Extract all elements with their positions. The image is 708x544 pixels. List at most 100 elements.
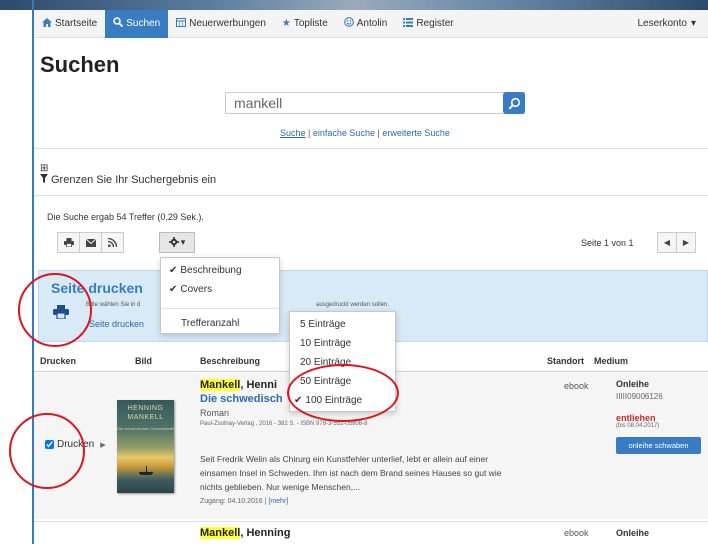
menu-item-trefferanzahl[interactable]: Trefferanzahl (181, 318, 239, 329)
search-mode-links: Suche | einfache Suche | erweiterte Such… (280, 128, 450, 138)
menu-item-5[interactable]: 5 Einträge (300, 319, 346, 330)
home-icon (42, 17, 52, 30)
toolbar-buttons (57, 232, 124, 253)
rss-icon (108, 238, 117, 247)
divider (34, 148, 708, 149)
hits-per-page-submenu: 5 Einträge 10 Einträge 20 Einträge 50 Ei… (289, 311, 396, 412)
link-erweiterte-suche[interactable]: erweiterte Suche (382, 128, 450, 138)
print-checkbox-label[interactable]: Drucken ▶ (45, 439, 106, 450)
record-blurb: Seit Fredrik Welin als Chirurg ein Kunst… (200, 454, 502, 492)
more-link[interactable]: [mehr] (268, 498, 288, 505)
book-cover[interactable]: HENNING MANKELL Die schwedischen Gummist… (117, 400, 174, 493)
next-page-button[interactable]: ▶ (676, 232, 696, 253)
author-highlight: Mankell (200, 379, 241, 391)
col-print: Drucken (40, 356, 77, 366)
rss-button[interactable] (101, 232, 124, 253)
search-icon (113, 17, 124, 30)
access-date: Zugang: 04.10.2016 | (200, 498, 267, 505)
record-medium: Onleihe IIIII09006126 entliehen (bis 08.… (616, 379, 706, 454)
divider (34, 195, 708, 196)
search-input[interactable] (226, 93, 496, 113)
chevron-left-icon: ◀ (663, 238, 671, 247)
print-icon (63, 238, 74, 247)
email-button[interactable] (79, 232, 102, 253)
menu-item-beschreibung[interactable]: ✔ Beschreibung (169, 265, 242, 276)
menu-item-100[interactable]: ✔ 100 Einträge (294, 395, 362, 406)
print-page-link[interactable]: Seite drucken (89, 319, 144, 329)
filter-block[interactable]: ⊞ Grenzen Sie Ihr Suchergebnis ein (40, 163, 216, 186)
print-panel-title: Seite drucken (51, 280, 143, 296)
nav-label: Antolin (356, 18, 388, 29)
print-button[interactable] (57, 232, 80, 253)
menu-item-label: 100 Einträge (305, 395, 363, 406)
filter-label[interactable]: Grenzen Sie Ihr Suchergebnis ein (51, 174, 216, 186)
author-rest: , Henning (240, 527, 291, 539)
nav-item-antolin[interactable]: Antolin (336, 10, 396, 38)
account-menu[interactable]: Leserkonto ▾ (637, 18, 708, 29)
col-description: Beschreibung (200, 356, 261, 366)
antolin-icon (343, 17, 354, 30)
print-hint-end: ausgedruckt werden sollen. (316, 302, 390, 308)
check-icon: ✔ (169, 265, 178, 276)
link-einfache-suche[interactable]: einfache Suche (313, 128, 375, 138)
menu-item-label: Covers (180, 284, 213, 295)
star-icon: ★ (281, 18, 291, 29)
separator: | (308, 128, 311, 138)
header-banner (0, 0, 708, 10)
caret-right-icon[interactable]: ▶ (100, 441, 105, 449)
list-icon (403, 17, 414, 30)
print-icon[interactable] (53, 305, 69, 322)
table-row: Mankell, Henning ebook Onleihe (34, 521, 708, 544)
record-author[interactable]: Mankell, Henning (200, 527, 290, 539)
print-checkbox-text: Drucken (57, 439, 95, 450)
search-button[interactable] (503, 92, 525, 114)
menu-item-10[interactable]: 10 Einträge (300, 338, 351, 349)
caret-down-icon: ▾ (180, 237, 186, 247)
nav-item-topliste[interactable]: ★ Topliste (274, 10, 336, 38)
menu-item-label: Beschreibung (180, 265, 242, 276)
nav-item-startseite[interactable]: Startseite (34, 10, 105, 38)
print-checkbox[interactable] (45, 440, 54, 449)
expand-toggle-icon[interactable]: ⊞ (40, 163, 216, 174)
search-box (225, 92, 525, 114)
onleihe-button[interactable]: onleihe schwaben (616, 437, 701, 454)
main-nav: Startseite Suchen Neuerwerbungen ★ Topli… (34, 9, 708, 38)
status-until: (bis 08.04.2017) (616, 423, 660, 429)
status-badge: entliehen (616, 413, 656, 423)
chevron-right-icon: ▶ (682, 238, 690, 247)
prev-page-button[interactable]: ◀ (657, 232, 677, 253)
col-medium: Medium (594, 356, 629, 366)
calendar-icon (176, 17, 187, 30)
record-location: ebook (564, 381, 589, 391)
medium-name: Onleihe (616, 379, 650, 389)
boat (139, 472, 153, 475)
author-highlight: Mankell (200, 527, 241, 539)
menu-item-50[interactable]: 50 Einträge (300, 376, 351, 387)
menu-divider (161, 308, 279, 309)
settings-button[interactable]: ▾ (159, 232, 195, 253)
nav-label: Suchen (126, 18, 161, 29)
link-suche[interactable]: Suche (280, 128, 306, 138)
menu-item-20[interactable]: 20 Einträge (300, 357, 351, 368)
author-rest: , Henni (240, 379, 278, 391)
col-image: Bild (135, 356, 152, 366)
nav-item-suchen[interactable]: Suchen (105, 9, 169, 38)
page-info: Seite 1 von 1 (581, 238, 634, 248)
caret-down-icon: ▾ (690, 18, 696, 29)
page-title: Suchen (40, 52, 120, 77)
nav-label: Startseite (55, 18, 98, 29)
cover-author: HENNING (127, 405, 164, 412)
account-label: Leserkonto (637, 18, 687, 29)
record-publisher: Paul-Zsolnay-Verlag , 2016 - 382 S. - IS… (200, 421, 368, 427)
check-icon: ✔ (294, 395, 303, 406)
medium-name: Onleihe (616, 528, 650, 538)
nav-item-register[interactable]: Register (395, 10, 461, 38)
nav-item-neuerwerbungen[interactable]: Neuerwerbungen (168, 10, 274, 38)
menu-item-covers[interactable]: ✔ Covers (169, 284, 212, 295)
medium-id: IIIII09006126 (616, 392, 663, 401)
col-location: Standort (547, 356, 584, 366)
nav-label: Register (416, 18, 454, 29)
record-location: ebook (564, 528, 589, 538)
filter-icon (40, 174, 48, 186)
settings-dropdown: ✔ Beschreibung ✔ Covers Trefferanzahl (160, 257, 280, 334)
